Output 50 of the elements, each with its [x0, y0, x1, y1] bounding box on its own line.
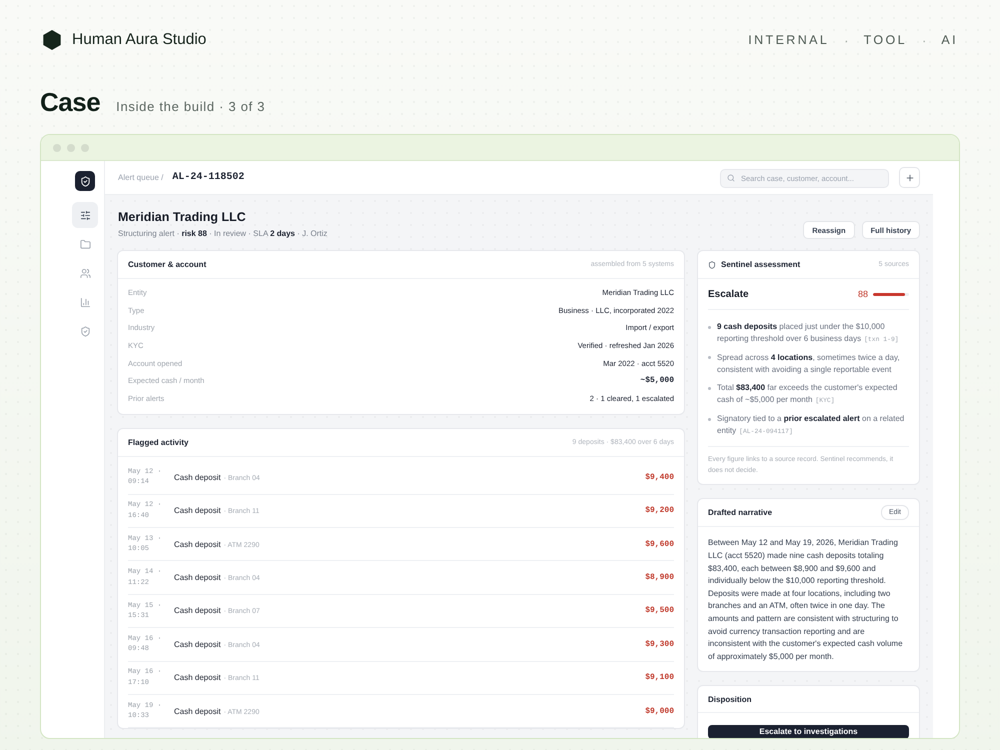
bullet-icon [708, 356, 711, 360]
risk-score: 88 [858, 289, 868, 299]
sliders-icon [80, 210, 90, 220]
finding-text: Spread across 4 locations, sometimes twice a day, consistent with avoiding a single reportable event [717, 352, 901, 376]
narrative-text: Between May 12 and May 19, 2026, Meridian Trading LLC (acct 5520) made nine cash deposits totaling $83,400, each between $8,900 and $9,600 and individually below the $10,000 reporting threshold. Deposits were made at four locations, including two branches and an ATM, often twice in one day. The amounts and pattern are consistent with structuring to avoid currency transaction reporting and are inconsistent with the customer's expected cash volume of approximately $5,000 per month. [707, 537, 904, 663]
tag-separator: · [922, 32, 926, 48]
transaction-amount: $9,200 [645, 506, 674, 516]
search-icon [727, 174, 735, 182]
bar-chart-icon [80, 296, 90, 308]
transaction-amount: $9,400 [645, 472, 674, 482]
bullet-icon [708, 386, 711, 390]
escalate-button[interactable]: Escalate to investigations [708, 725, 909, 738]
bullet-icon [708, 418, 711, 421]
tag-separator: · [844, 32, 849, 48]
window-dot-icon [53, 144, 61, 152]
card-title: Drafted narrative [708, 508, 772, 518]
transaction-amount: $9,600 [645, 540, 674, 549]
bullet-icon [708, 326, 711, 329]
card-title: Customer & account [128, 260, 206, 269]
shield-check-icon [80, 176, 90, 186]
brand-name: Human Aura Studio [72, 31, 206, 49]
card-title: Disposition [708, 694, 752, 704]
sidebar-item[interactable] [72, 202, 98, 228]
window-dot-icon [81, 144, 89, 152]
page-subtitle: Inside the build · 3 of 3 [116, 99, 266, 114]
verdict-label: Escalate [708, 288, 749, 300]
card-title: Sentinel assessment [721, 260, 800, 269]
plus-icon [904, 172, 914, 182]
case-title: Meridian Trading LLC [118, 209, 247, 225]
transaction-amount: $9,000 [645, 706, 674, 716]
case-id: AL-24-118502 [172, 172, 244, 183]
header-tag: TOOL [864, 33, 908, 47]
transaction-amount: $9,500 [645, 606, 674, 616]
hexagon-logo-icon [42, 30, 62, 50]
app-logo-button[interactable] [75, 171, 95, 191]
card-title: Flagged activity [128, 438, 188, 448]
users-icon [80, 268, 90, 278]
transaction-amount: $8,900 [645, 573, 674, 582]
transaction-amount: $9,100 [645, 673, 674, 682]
shield-icon [708, 260, 716, 268]
case-meta: Structuring alert · risk 88 · In review · SLA 2 days · J. Ortiz [118, 228, 328, 239]
add-button[interactable] [899, 167, 920, 188]
folder-icon [80, 238, 90, 250]
shield-check-icon [80, 326, 90, 336]
header-tag: AI [941, 33, 958, 47]
header-tag: INTERNAL [748, 33, 830, 47]
field-value: ~$5,000 [640, 376, 674, 386]
window-dot-icon [67, 144, 75, 152]
page-title: Case [40, 86, 100, 118]
transaction-amount: $9,300 [645, 640, 674, 649]
